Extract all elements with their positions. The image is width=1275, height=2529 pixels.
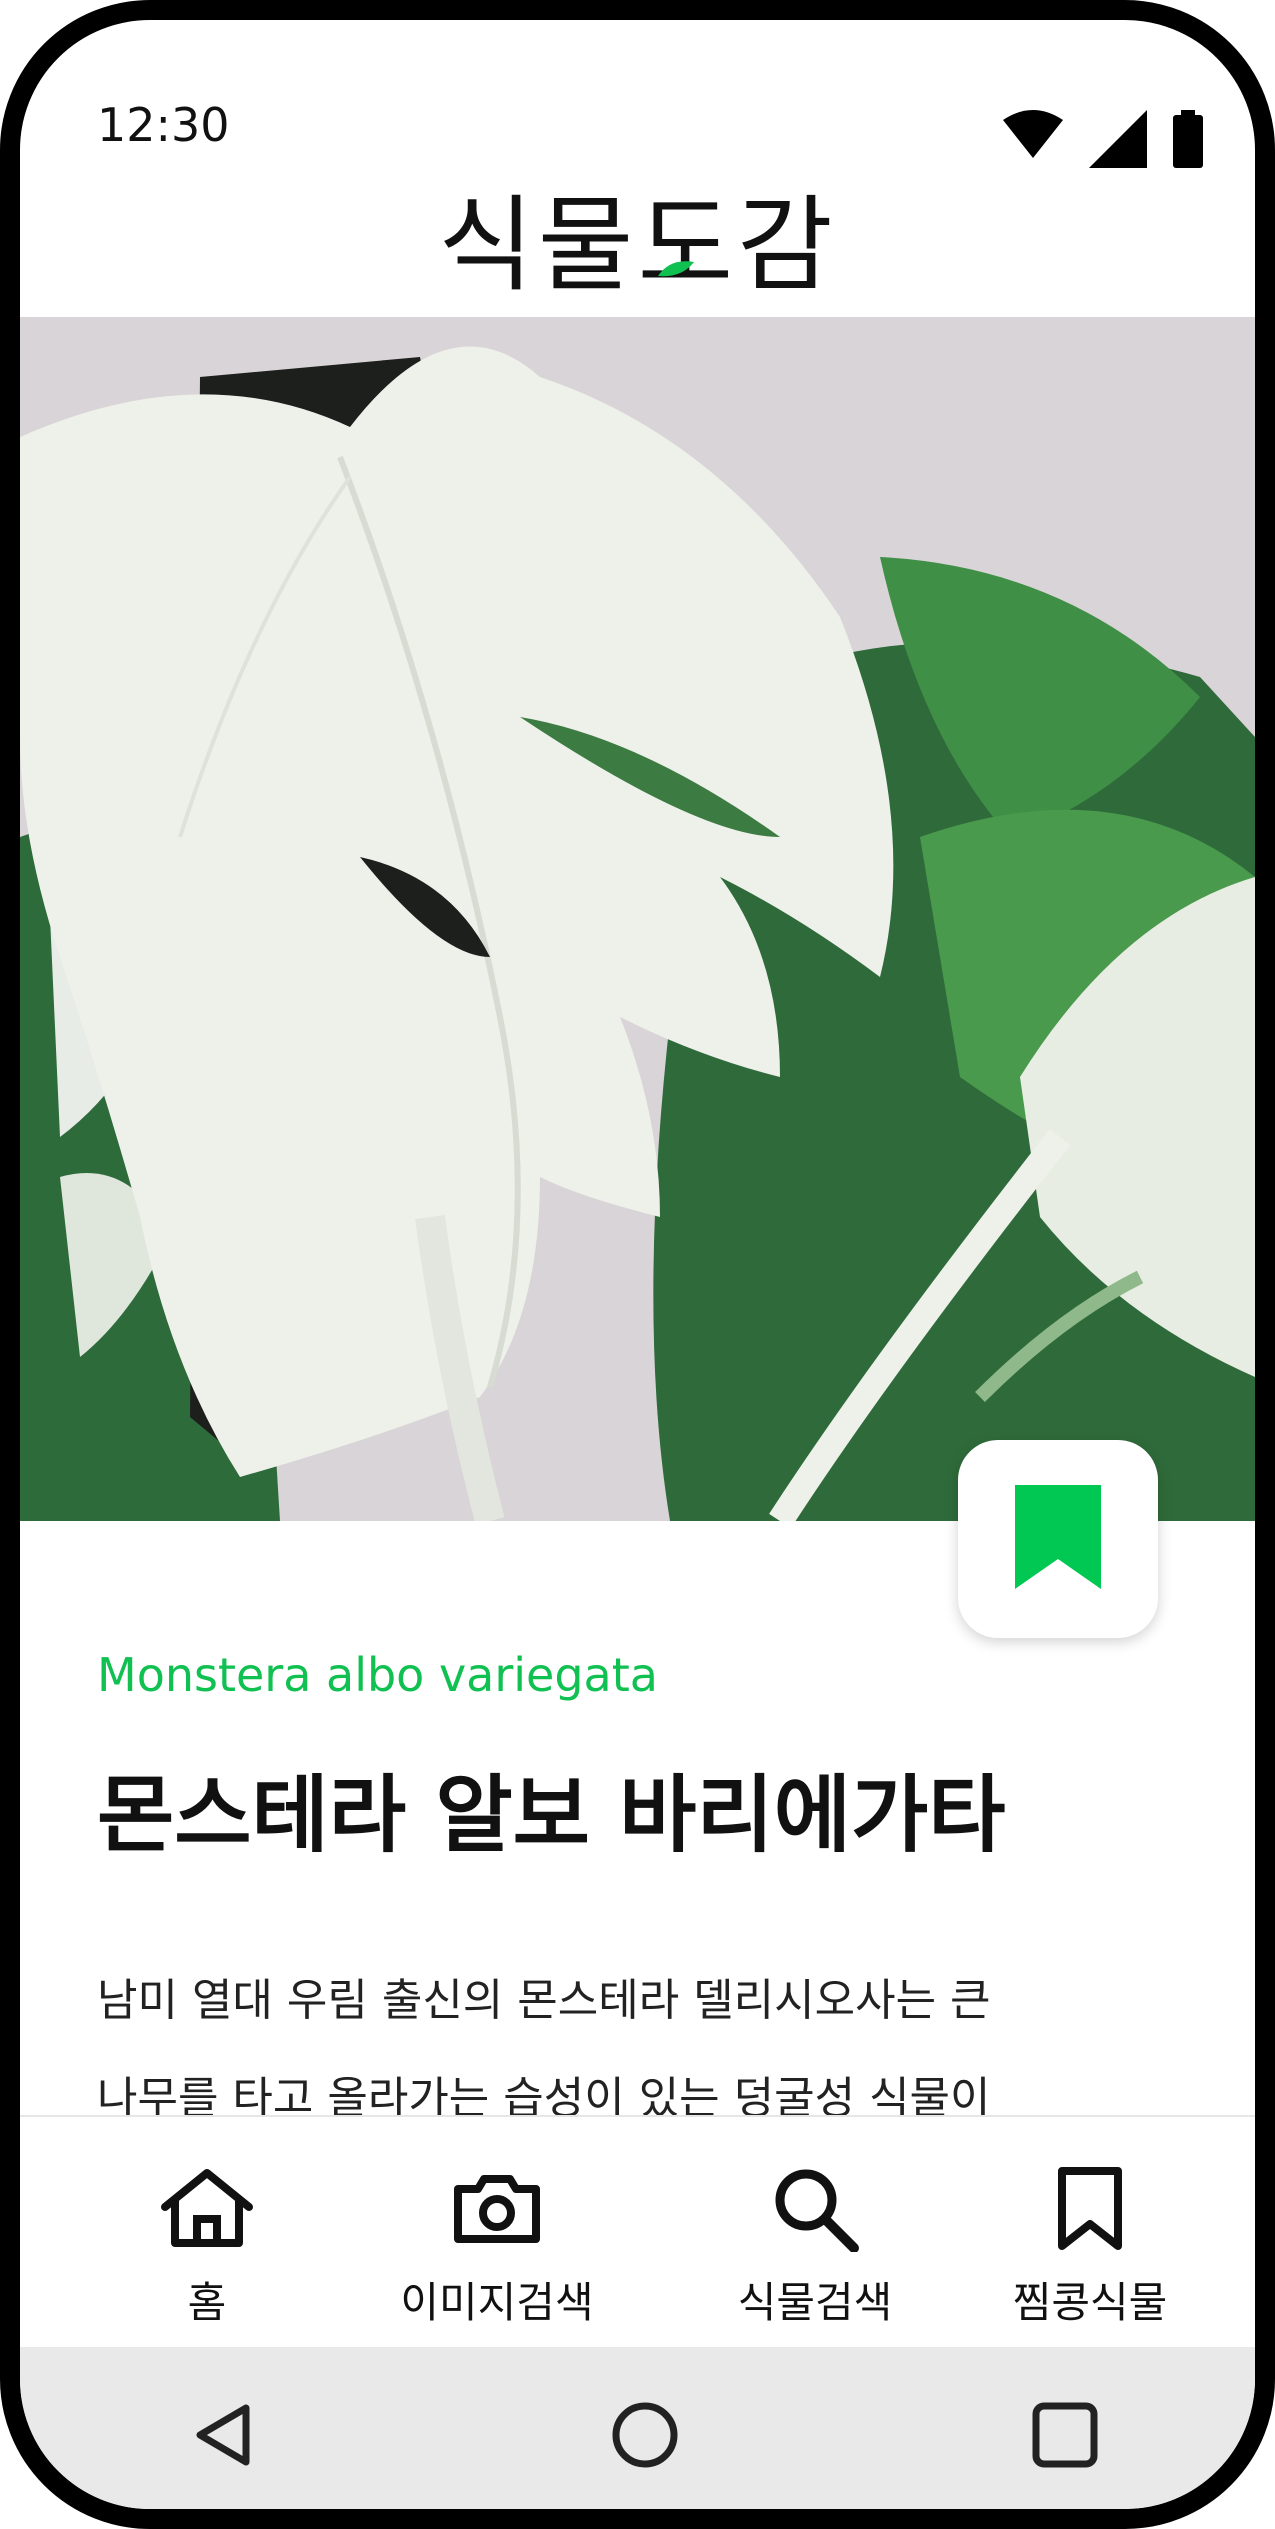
scientific-name: Monstera albo variegata [97, 1648, 658, 1702]
system-nav-bar [20, 2347, 1255, 2509]
home-circle-icon [610, 2400, 680, 2474]
app-title: 식물도감 [438, 184, 837, 306]
home-nav-button[interactable] [595, 2387, 695, 2487]
nav-label-image-search: 이미지검색 [400, 2278, 594, 2327]
nav-label-plant-search: 식물검색 [737, 2278, 893, 2327]
status-icons [1003, 110, 1203, 172]
bookmark-icon [1035, 2159, 1145, 2259]
home-icon [152, 2159, 262, 2259]
leaf-icon [656, 260, 696, 282]
back-icon [192, 2402, 252, 2472]
description-line: 남미 열대 우림 출신의 몬스테라 델리시오사는 큰 [97, 1975, 991, 2026]
recents-icon [1032, 2402, 1098, 2472]
nav-item-plant-search[interactable]: 식물검색 [665, 2117, 965, 2349]
nav-item-saved-plants[interactable]: 찜콩식물 [940, 2117, 1240, 2349]
nav-label-home: 홈 [187, 2278, 227, 2327]
plant-hero-image [20, 317, 1255, 1521]
wifi-icon [1003, 110, 1063, 162]
bookmark-button[interactable] [958, 1440, 1158, 1638]
nav-item-image-search[interactable]: 이미지검색 [347, 2117, 647, 2349]
phone-frame: 12:30 식물도감 Monstera albo variegata 몬스테라 … [0, 0, 1275, 2529]
bookmark-filled-icon [1015, 1485, 1101, 1593]
camera-icon [442, 2159, 552, 2259]
back-button[interactable] [172, 2387, 272, 2487]
nav-item-home[interactable]: 홈 [57, 2117, 357, 2349]
plant-name: 몬스테라 알보 바리에가타 [97, 1766, 1006, 1864]
status-bar: 12:30 [20, 20, 1255, 200]
battery-icon [1173, 110, 1203, 172]
recents-button[interactable] [1015, 2387, 1115, 2487]
bottom-nav: 홈 이미지검색 식물검색 찜콩식물 [20, 2115, 1255, 2349]
search-icon [760, 2159, 870, 2259]
signal-icon [1089, 110, 1147, 172]
nav-label-saved-plants: 찜콩식물 [1012, 2278, 1168, 2327]
status-time: 12:30 [97, 98, 230, 152]
